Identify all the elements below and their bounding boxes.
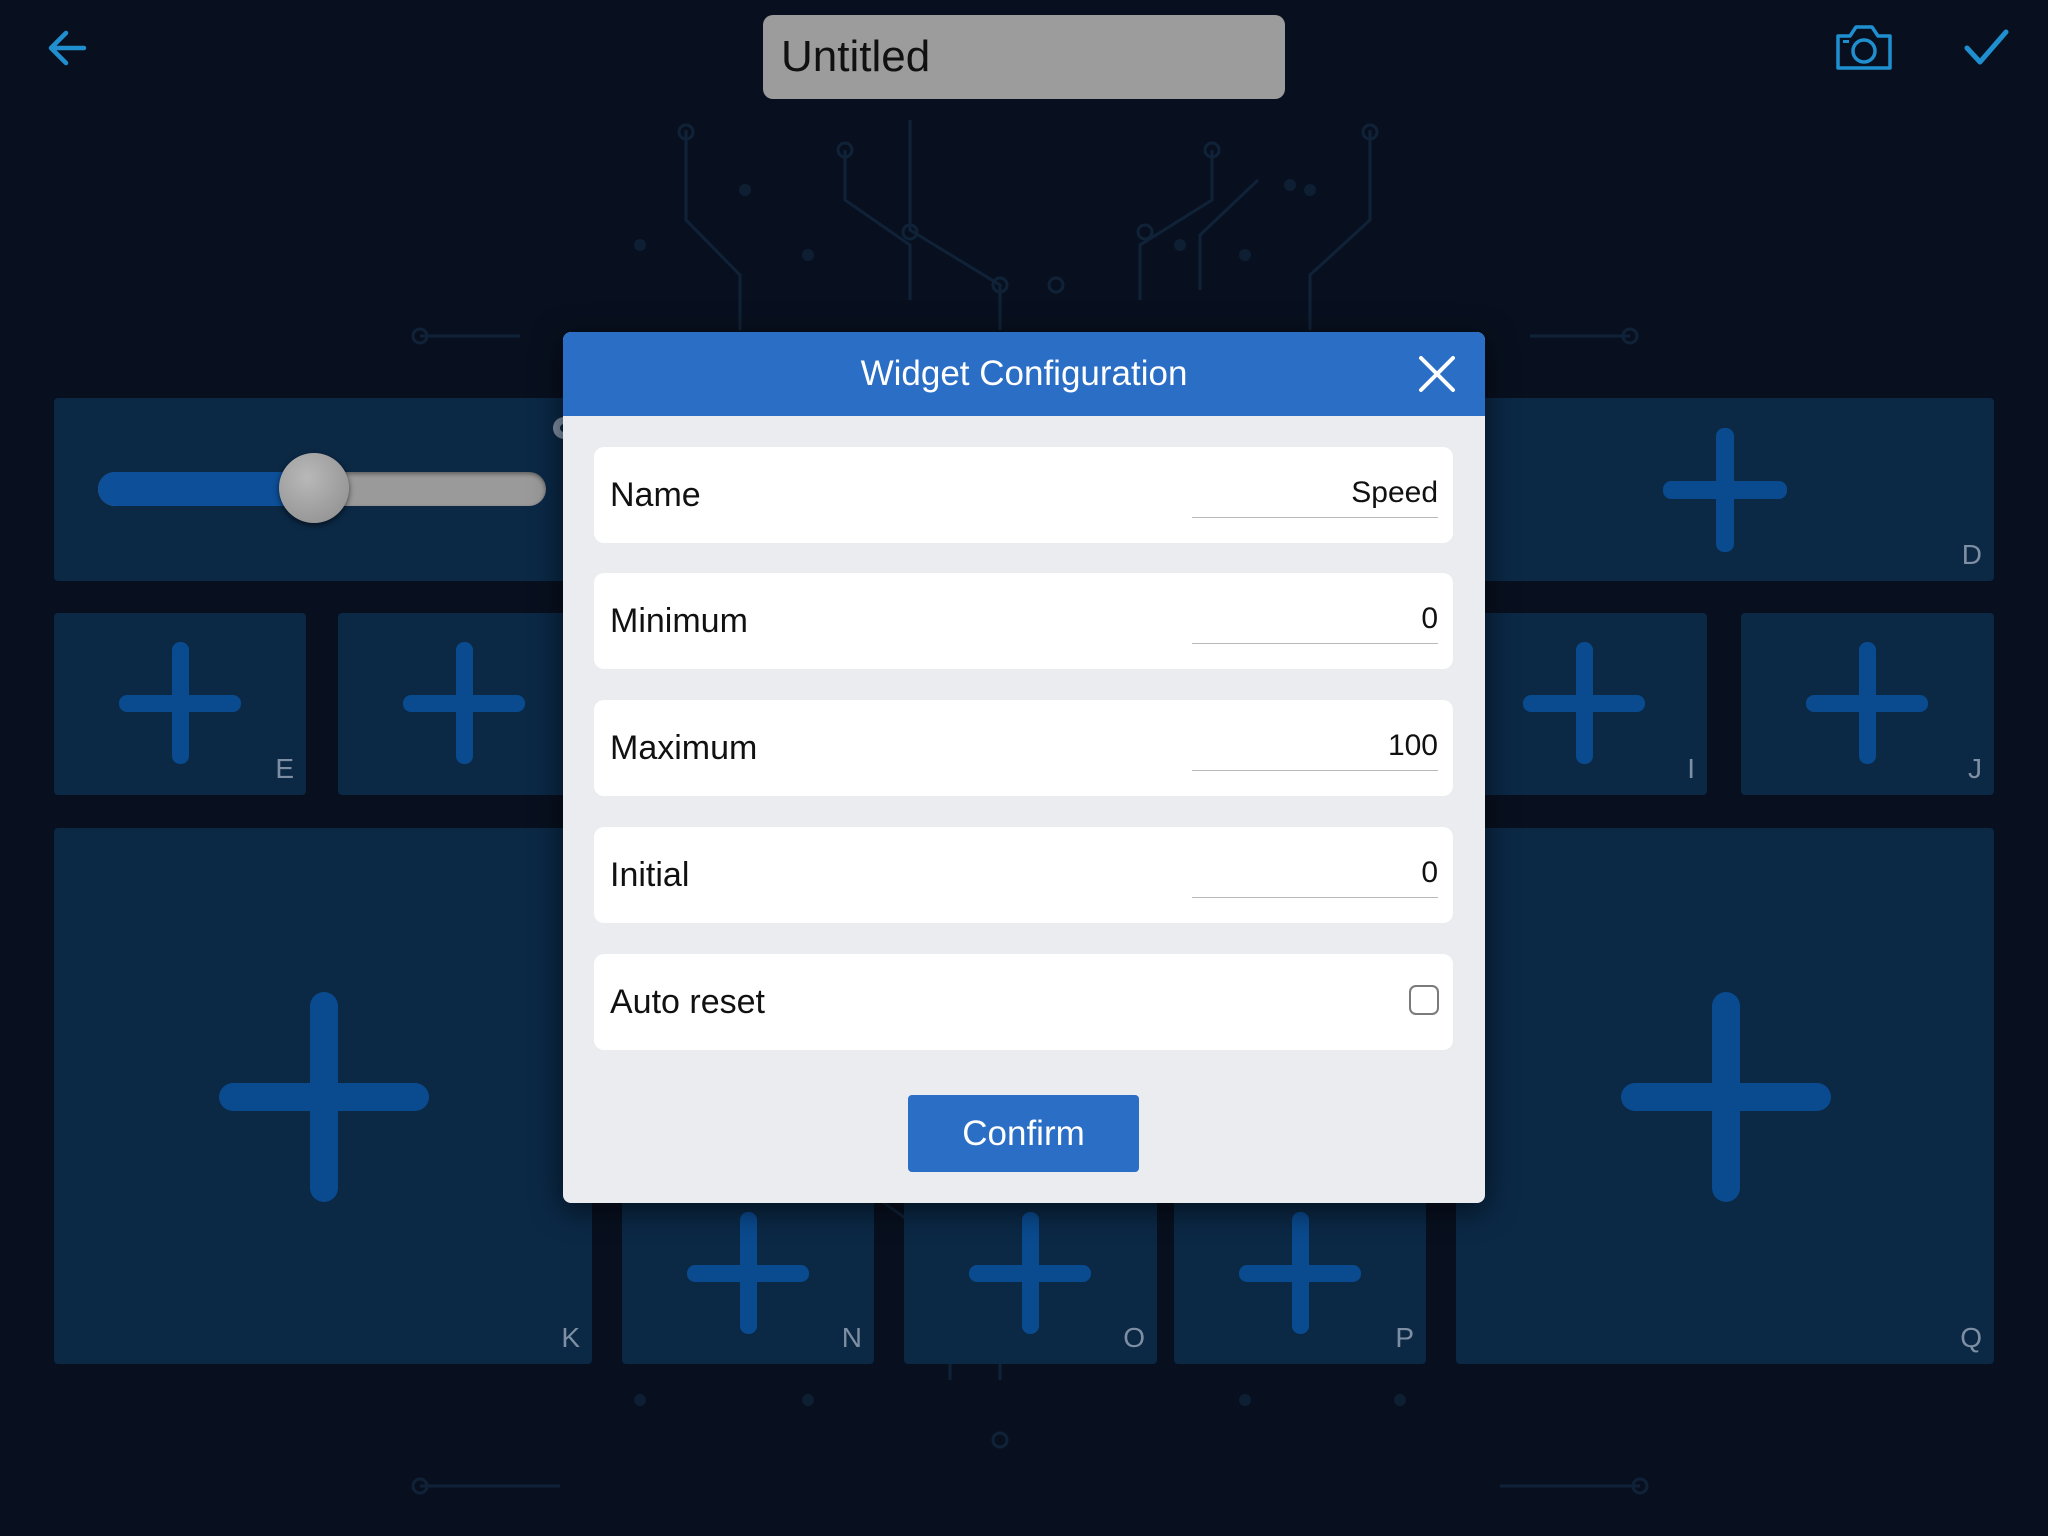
name-input[interactable] [1192,469,1438,518]
slider-thumb[interactable] [279,453,350,523]
tile-k[interactable]: K [54,828,592,1364]
tile-d[interactable]: D [1455,398,1994,581]
arrow-left-icon [48,30,87,66]
tile-label: E [275,753,294,784]
save-check-button[interactable] [1962,26,2010,70]
tile-i[interactable]: I [1455,613,1707,795]
camera-icon [1836,25,1892,70]
minimum-row: Minimum [594,573,1453,669]
layout-title-input[interactable]: Untitled [763,15,1285,99]
maximum-input[interactable] [1192,722,1438,771]
slider-fill [98,472,305,506]
camera-button[interactable] [1832,20,1896,76]
plus-icon [1523,642,1645,764]
tile-label: K [561,1322,580,1353]
plus-icon [687,1212,809,1334]
plus-icon [219,992,429,1202]
tile-o[interactable]: O [904,1200,1157,1364]
checkmark-icon [1964,29,2009,65]
tile-e[interactable]: E [54,613,306,795]
auto-reset-row: Auto reset [594,954,1453,1050]
dialog-header: Widget Configuration [563,332,1485,416]
tile-q[interactable]: Q [1456,828,1994,1364]
tile-label: P [1395,1322,1414,1353]
plus-icon [1239,1212,1361,1334]
name-row: Name [594,447,1453,543]
tile-label: D [1961,539,1982,570]
tile-p[interactable]: P [1174,1200,1426,1364]
layout-title-text: Untitled [781,32,931,81]
initial-input[interactable] [1192,849,1438,898]
auto-reset-label: Auto reset [610,983,765,1021]
plus-icon [1806,642,1928,764]
plus-icon [1663,428,1787,552]
initial-row: Initial [594,827,1453,923]
name-label: Name [610,476,701,514]
tile-label: N [841,1322,862,1353]
tile-f[interactable] [338,613,590,795]
tile-label: J [1968,753,1982,784]
tile-n[interactable]: N [622,1200,874,1364]
minimum-input[interactable] [1192,595,1438,644]
plus-icon [969,1212,1091,1334]
maximum-row: Maximum [594,700,1453,796]
back-button[interactable] [44,24,90,70]
maximum-label: Maximum [610,729,758,767]
confirm-button[interactable]: Confirm [908,1095,1139,1172]
close-icon[interactable] [1417,354,1457,394]
initial-label: Initial [610,856,690,894]
plus-icon [403,642,525,764]
dialog-title: Widget Configuration [860,354,1188,393]
minimum-label: Minimum [610,602,748,640]
plus-icon [1621,992,1831,1202]
tile-label: O [1123,1322,1145,1353]
plus-icon [119,642,241,764]
widget-configuration-dialog: Widget Configuration Name Minimum Maximu… [563,332,1485,1203]
tile-label: Q [1960,1322,1982,1353]
auto-reset-checkbox[interactable] [1409,985,1439,1015]
tile-label: I [1687,753,1695,784]
tile-j[interactable]: J [1741,613,1994,795]
